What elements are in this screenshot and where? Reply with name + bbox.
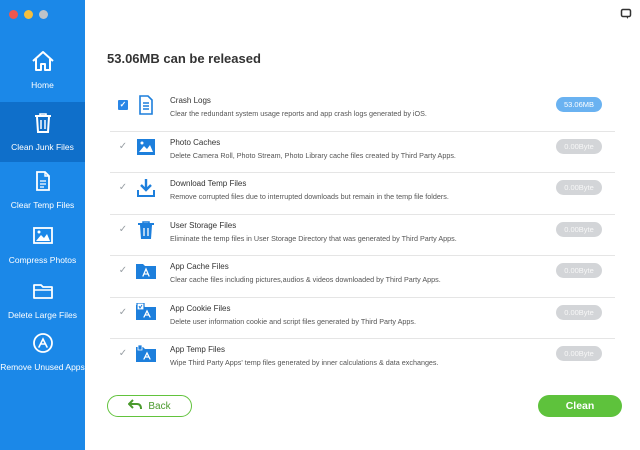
size-badge: 0.00Byte	[556, 346, 602, 361]
row-title: Photo Caches	[170, 137, 221, 147]
list-item-photo-caches: ✓ Photo Caches Delete Camera Roll, Photo…	[110, 132, 615, 173]
list-item-app-cookie-files: ✓ App Cookie Files Delete user informati…	[110, 298, 615, 339]
row-description: Clear cache files including pictures,aud…	[170, 275, 441, 284]
checkbox[interactable]: ✓	[118, 307, 128, 318]
sidebar-item-remove-unused-apps[interactable]: Remove Unused Apps	[0, 322, 85, 382]
zoom-window-button[interactable]	[39, 10, 48, 19]
sidebar-item-label: Compress Photos	[8, 255, 77, 265]
row-description: Delete user information cookie and scrip…	[170, 316, 416, 326]
row-description: Delete Camera Roll, Photo Stream, Photo …	[170, 150, 456, 160]
checkbox[interactable]: ✓	[118, 224, 128, 235]
window-controls	[9, 10, 48, 19]
checkbox[interactable]: ✓	[118, 266, 128, 276]
main-panel: 53.06MB can be released ✓ Crash Logs Cle…	[85, 0, 640, 450]
sidebar-item-clear-temp-files[interactable]: Clear Temp Files	[0, 160, 85, 220]
size-badge: 0.00Byte	[556, 180, 602, 195]
row-description: Remove corrupted files due to interrupte…	[170, 192, 449, 201]
size-badge: 0.00Byte	[556, 138, 602, 154]
checkbox[interactable]: ✓	[118, 183, 128, 193]
list-item-app-temp-files: ✓ App Temp Files Wipe Third Party Apps' …	[110, 339, 615, 381]
download-icon	[135, 177, 157, 199]
photo-icon	[135, 136, 157, 158]
feedback-icon[interactable]	[620, 7, 632, 19]
row-title: App Cache Files	[170, 262, 229, 271]
list-item-user-storage-files: ✓ User Storage Files Eliminate the temp …	[110, 215, 615, 256]
size-badge: 0.00Byte	[556, 304, 602, 320]
folder-icon	[29, 278, 57, 304]
page-title: 53.06MB can be released	[107, 51, 261, 66]
document-icon	[135, 94, 157, 116]
close-window-button[interactable]	[9, 10, 18, 19]
sidebar-item-compress-photos[interactable]: Compress Photos	[0, 215, 85, 275]
sidebar-item-home[interactable]: Home	[0, 40, 85, 100]
size-badge: 0.00Byte	[556, 263, 602, 278]
list-item-download-temp-files: ✓ Download Temp Files Remove corrupted f…	[110, 173, 615, 215]
cookie-folder-icon	[135, 302, 157, 324]
row-description: Wipe Third Party Apps' temp files genera…	[170, 358, 439, 367]
clean-button[interactable]: Clean	[538, 395, 622, 417]
row-title: Download Temp Files	[170, 179, 247, 188]
sidebar-item-label: Delete Large Files	[8, 310, 77, 320]
checkbox[interactable]: ✓	[118, 100, 128, 110]
back-button-label: Back	[148, 400, 171, 412]
row-title: Crash Logs	[170, 96, 211, 105]
app-folder-icon	[135, 260, 157, 282]
app-store-icon	[29, 330, 57, 356]
temp-files-icon	[29, 168, 57, 194]
row-title: App Temp Files	[170, 345, 225, 354]
junk-file-list: ✓ Crash Logs Clear the redundant system …	[110, 90, 615, 381]
sidebar-item-clean-junk-files[interactable]: Clean Junk Files	[0, 102, 85, 162]
minimize-window-button[interactable]	[24, 10, 33, 19]
row-description: Eliminate the temp files in User Storage…	[170, 233, 457, 243]
row-title: App Cookie Files	[170, 303, 231, 313]
sidebar-item-label: Clear Temp Files	[10, 200, 75, 210]
list-item-crash-logs: ✓ Crash Logs Clear the redundant system …	[110, 90, 615, 132]
temp-folder-icon	[135, 343, 157, 365]
back-button[interactable]: Back	[107, 395, 192, 417]
home-icon	[29, 48, 57, 74]
sidebar-item-label: Clean Junk Files	[11, 142, 74, 152]
trash-icon	[135, 219, 157, 241]
sidebar: Home Clean Junk Files Clear Temp Files C…	[0, 0, 85, 450]
back-arrow-icon	[127, 399, 143, 413]
sidebar-item-label: Remove Unused Apps	[0, 362, 85, 372]
sidebar-item-delete-large-files[interactable]: Delete Large Files	[0, 270, 85, 330]
checkbox[interactable]: ✓	[118, 349, 128, 359]
list-item-app-cache-files: ✓ App Cache Files Clear cache files incl…	[110, 256, 615, 298]
checkbox[interactable]: ✓	[118, 141, 128, 152]
trash-icon	[29, 110, 57, 136]
clean-button-label: Clean	[565, 400, 595, 412]
size-badge: 0.00Byte	[556, 221, 602, 237]
sidebar-item-label: Home	[31, 80, 54, 90]
row-description: Clear the redundant system usage reports…	[170, 109, 427, 118]
photo-icon	[29, 223, 57, 249]
row-title: User Storage Files	[170, 220, 237, 230]
size-badge: 53.06MB	[556, 97, 602, 112]
